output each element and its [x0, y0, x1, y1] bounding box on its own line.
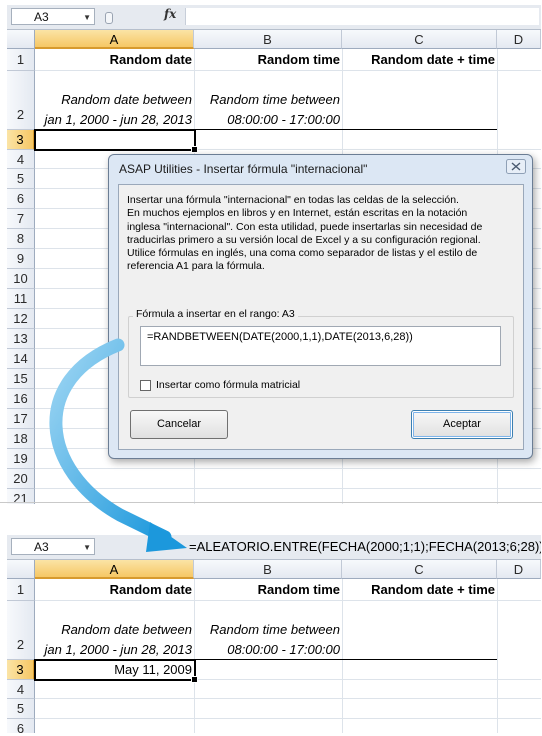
cell-b2-line1[interactable]: Random time between [194, 622, 340, 637]
formula-input[interactable] [185, 8, 539, 25]
description-line: En muchos ejemplos en libros y en Intern… [127, 207, 468, 220]
array-formula-label[interactable]: Insertar como fórmula matricial [156, 379, 300, 391]
description-line: Utilice fórmulas en inglés, una coma com… [127, 247, 478, 260]
cell-a1[interactable]: Random date [35, 52, 192, 67]
array-formula-option[interactable]: Insertar como fórmula matricial [140, 379, 300, 391]
row-header-19[interactable]: 19 [7, 449, 35, 469]
description-line: Insertar una fórmula "internacional" en … [127, 194, 459, 206]
row-header-17[interactable]: 17 [7, 409, 35, 429]
active-cell-a3[interactable] [34, 659, 198, 683]
column-header-a[interactable]: A [35, 560, 194, 579]
formula-bar: A3 ▼ fx [7, 5, 541, 30]
cell-a2-line2[interactable]: jan 1, 2000 - jun 28, 2013 [35, 642, 192, 657]
row-header-14[interactable]: 14 [7, 349, 35, 369]
row-header-4[interactable]: 4 [7, 680, 35, 699]
gridline [35, 468, 541, 469]
row-header-1[interactable]: 1 [7, 579, 35, 601]
row-header-11[interactable]: 11 [7, 289, 35, 309]
select-all-corner[interactable] [7, 560, 35, 579]
formula-textarea[interactable]: =RANDBETWEEN(DATE(2000,1,1),DATE(2013,6,… [140, 326, 501, 366]
row-header-10[interactable]: 10 [7, 269, 35, 289]
accept-button[interactable]: Aceptar [411, 410, 513, 439]
cell-a2-line1[interactable]: Random date between [35, 622, 192, 637]
cancel-button[interactable]: Cancelar [130, 410, 228, 439]
row-header-9[interactable]: 9 [7, 249, 35, 269]
row-header-1[interactable]: 1 [7, 49, 35, 71]
gridline [35, 488, 541, 489]
column-header-c[interactable]: C [342, 560, 497, 579]
formula-group-label: Fórmula a insertar en el rango: A3 [133, 308, 298, 320]
cell-c1[interactable]: Random date + time [342, 52, 495, 67]
function-icon[interactable]: fx [164, 7, 176, 21]
cell-b1[interactable]: Random time [194, 52, 340, 67]
column-header-a[interactable]: A [35, 30, 194, 49]
column-header-d[interactable]: D [497, 560, 541, 579]
select-all-corner[interactable] [7, 30, 35, 49]
cell-b1[interactable]: Random time [194, 582, 340, 597]
row-header-4[interactable]: 4 [7, 150, 35, 169]
formula-bar-separator[interactable] [103, 8, 149, 25]
section-divider [0, 502, 542, 503]
fill-handle[interactable] [191, 146, 198, 153]
column-header-b[interactable]: B [194, 30, 342, 49]
gridline [35, 698, 541, 699]
column-header-c[interactable]: C [342, 30, 497, 49]
description-line: inglesa "internacional". Con esta utilid… [127, 220, 483, 233]
row-header-3[interactable]: 3 [7, 130, 35, 150]
chevron-down-icon[interactable]: ▼ [83, 9, 91, 26]
row-header-16[interactable]: 16 [7, 389, 35, 409]
cell-b2-line1[interactable]: Random time between [194, 92, 340, 107]
gridline [342, 579, 343, 733]
gridline [35, 600, 541, 601]
row-header-8[interactable]: 8 [7, 229, 35, 249]
cell-c1[interactable]: Random date + time [342, 582, 495, 597]
gridline [35, 70, 541, 71]
fill-handle[interactable] [191, 676, 198, 683]
cell-a2-line1[interactable]: Random date between [35, 92, 192, 107]
chevron-down-icon[interactable]: ▼ [83, 539, 91, 556]
row-header-7[interactable]: 7 [7, 209, 35, 229]
row-header-2[interactable]: 2 [7, 71, 35, 130]
row-header-2[interactable]: 2 [7, 601, 35, 660]
dialog-description: Insertar una fórmula "internacional" en … [127, 194, 517, 274]
description-line: traducirlas primero a su versión local d… [127, 233, 481, 246]
cell-a1[interactable]: Random date [35, 582, 192, 597]
row-header-18[interactable]: 18 [7, 429, 35, 449]
column-header-b[interactable]: B [194, 560, 342, 579]
cell-b2-line2[interactable]: 08:00:00 - 17:00:00 [194, 112, 340, 127]
row-header-12[interactable]: 12 [7, 309, 35, 329]
formula-input[interactable]: =ALEATORIO.ENTRE(FECHA(2000;1;1);FECHA(2… [185, 538, 541, 555]
row-header-6[interactable]: 6 [7, 189, 35, 209]
row-header-5[interactable]: 5 [7, 169, 35, 189]
column-header-d[interactable]: D [497, 30, 541, 49]
name-box-value: A3 [34, 540, 49, 554]
name-box-value: A3 [34, 10, 49, 24]
row-header-3[interactable]: 3 [7, 660, 35, 680]
active-cell-a3[interactable] [34, 129, 198, 153]
row-header-13[interactable]: 13 [7, 329, 35, 349]
dialog-body: Insertar una fórmula "internacional" en … [118, 184, 524, 450]
name-box[interactable]: A3 ▼ [11, 8, 95, 25]
row-header-6[interactable]: 6 [7, 719, 35, 733]
gridline [497, 579, 498, 733]
cell-b2-line2[interactable]: 08:00:00 - 17:00:00 [194, 642, 340, 657]
name-box[interactable]: A3 ▼ [11, 538, 95, 555]
row-header-15[interactable]: 15 [7, 369, 35, 389]
bottom-spreadsheet: A3 ▼ =ALEATORIO.ENTRE(FECHA(2000;1;1);FEC… [7, 535, 541, 733]
insert-formula-dialog: ASAP Utilities - Insertar fórmula "inter… [108, 154, 533, 459]
dialog-title: ASAP Utilities - Insertar fórmula "inter… [119, 162, 368, 176]
description-line: referencia A1 para la fórmula. [127, 260, 265, 273]
cell-a2-line2[interactable]: jan 1, 2000 - jun 28, 2013 [35, 112, 192, 127]
gridline [35, 718, 541, 719]
formula-bar: A3 ▼ =ALEATORIO.ENTRE(FECHA(2000;1;1);FEC… [7, 535, 541, 560]
row-header-5[interactable]: 5 [7, 699, 35, 719]
row-header-20[interactable]: 20 [7, 469, 35, 489]
close-icon[interactable] [506, 159, 526, 174]
array-formula-checkbox[interactable] [140, 379, 151, 391]
